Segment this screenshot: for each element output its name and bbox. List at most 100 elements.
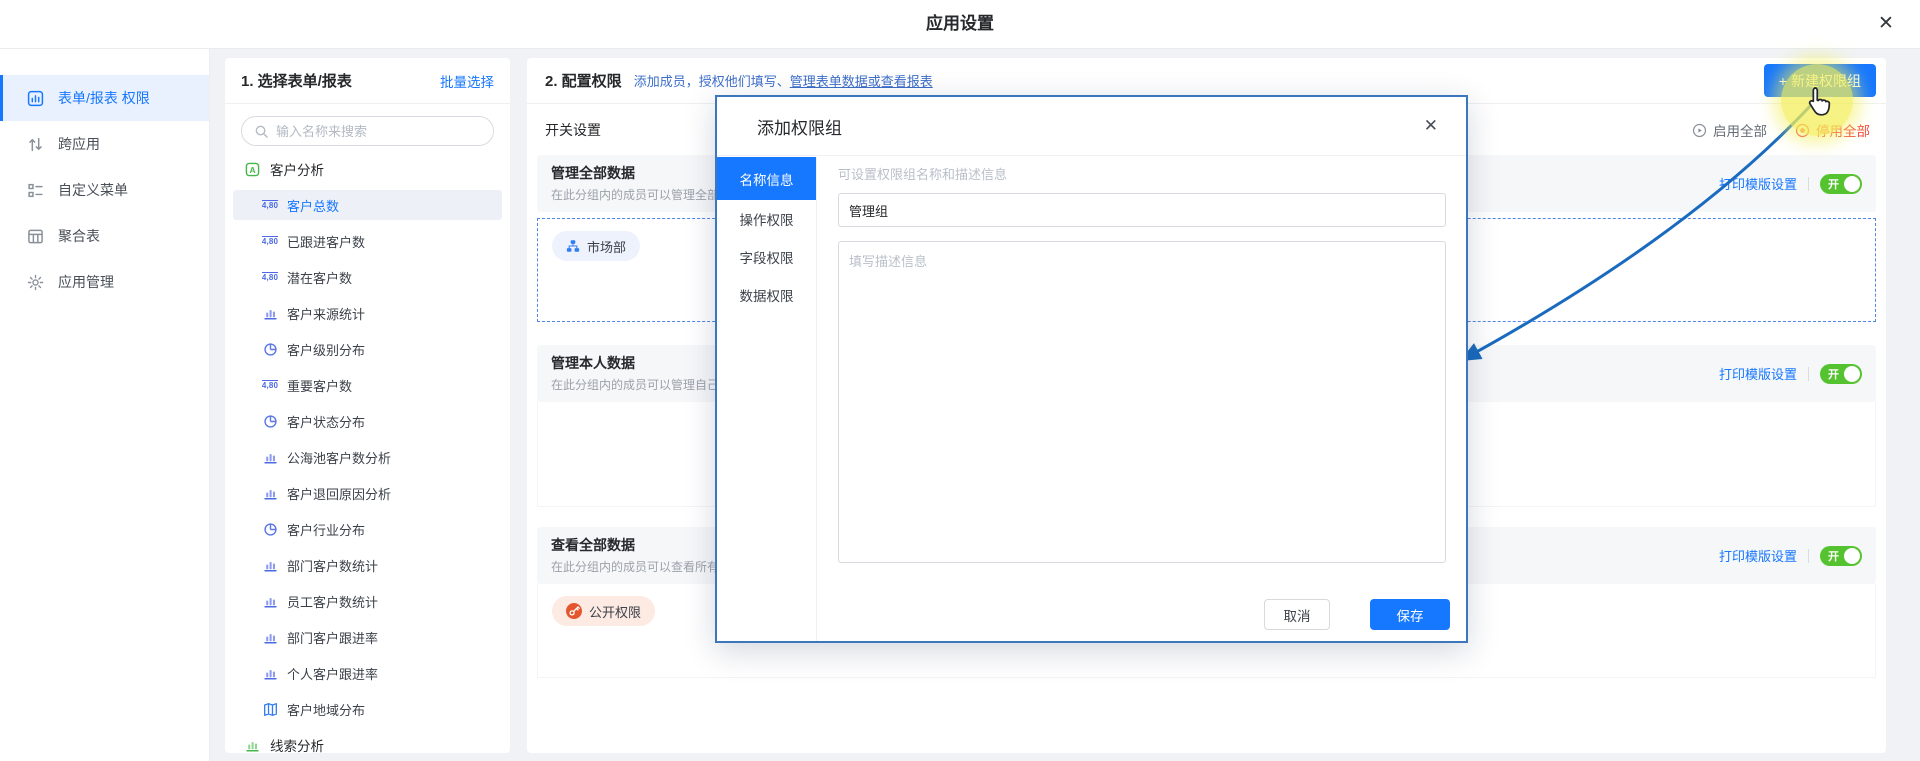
form-item-9[interactable]: 客户退回原因分析: [233, 478, 502, 508]
form-select-title: 1. 选择表单/报表: [241, 70, 440, 91]
save-button[interactable]: 保存: [1370, 599, 1450, 630]
form-item-5[interactable]: 客户级别分布: [233, 334, 502, 364]
bar-icon: [261, 450, 279, 465]
sidebar-item-label: 跨应用: [58, 134, 100, 154]
form-item-label: 重要客户数: [287, 376, 352, 395]
modal-tab-3[interactable]: 数据权限: [717, 276, 816, 314]
permission-toggle[interactable]: 开: [1820, 364, 1862, 384]
form-group-0[interactable]: A 客户分析: [233, 154, 502, 184]
form-report-icon: [27, 90, 44, 107]
group-a-icon: A: [243, 162, 261, 177]
print-template-link[interactable]: 打印模版设置: [1719, 364, 1797, 383]
form-item-7[interactable]: 客户状态分布: [233, 406, 502, 436]
form-item-11[interactable]: 部门客户数统计: [233, 550, 502, 580]
form-item-label: 客户总数: [287, 196, 339, 215]
form-item-label: 客户退回原因分析: [287, 484, 391, 503]
enable-all-button[interactable]: 启用全部: [1692, 120, 1767, 140]
org-icon: [566, 239, 580, 253]
form-item-label: 部门客户数统计: [287, 556, 378, 575]
number-widget-icon: 4,80: [261, 272, 279, 283]
member-tag-department[interactable]: 市场部: [552, 231, 640, 261]
modal-tab-1[interactable]: 操作权限: [717, 200, 816, 238]
divider: [1808, 367, 1809, 381]
app-manage-icon: [27, 274, 44, 291]
sidebar-item-0[interactable]: 表单/报表 权限: [0, 75, 209, 121]
new-permission-group-button[interactable]: + 新建权限组: [1764, 64, 1876, 97]
disable-all-button[interactable]: 停用全部: [1795, 120, 1870, 140]
form-item-6[interactable]: 4,80 重要客户数: [233, 370, 502, 400]
form-item-12[interactable]: 员工客户数统计: [233, 586, 502, 616]
cancel-button[interactable]: 取消: [1264, 599, 1330, 630]
search-field[interactable]: [276, 124, 481, 139]
bar-icon: [261, 666, 279, 681]
form-item-label: 部门客户跟进率: [287, 628, 378, 647]
sidebar-item-2[interactable]: 自定义菜单: [0, 167, 209, 213]
form-item-label: 客户分析: [270, 159, 324, 179]
permission-subtitle: 添加成员，授权他们填写、管理表单数据或查看报表: [634, 71, 933, 90]
sidebar-item-4[interactable]: 应用管理: [0, 259, 209, 305]
print-template-link[interactable]: 打印模版设置: [1719, 174, 1797, 193]
form-item-label: 公海池客户数分析: [287, 448, 391, 467]
group-name-input[interactable]: [838, 193, 1446, 227]
form-item-14[interactable]: 个人客户跟进率: [233, 658, 502, 688]
modal-tab-2[interactable]: 字段权限: [717, 238, 816, 276]
window-close-icon[interactable]: ✕: [1874, 12, 1898, 36]
sidebar-item-3[interactable]: 聚合表: [0, 213, 209, 259]
aggregate-table-icon: [27, 228, 44, 245]
form-item-2[interactable]: 4,80已跟进客户数: [233, 226, 502, 256]
bulk-actions: 启用全部 停用全部: [1692, 120, 1870, 140]
number-widget-icon: 4,80: [261, 380, 279, 391]
modal-tab-0[interactable]: 名称信息: [717, 157, 816, 200]
perm-card-controls: 打印模版设置 开: [1719, 546, 1862, 566]
form-item-8[interactable]: 公海池客户数分析: [233, 442, 502, 472]
form-item-1[interactable]: 4,80 客户总数: [233, 190, 502, 220]
custom-menu-icon: [27, 182, 44, 199]
number-widget-icon: 4,80: [261, 200, 279, 211]
form-item-label: 个人客户跟进率: [287, 664, 378, 683]
permission-toggle[interactable]: 开: [1820, 174, 1862, 194]
form-select-header: 1. 选择表单/报表 批量选择: [225, 58, 510, 104]
toggle-knob: [1844, 366, 1860, 382]
modal-close-icon[interactable]: ✕: [1424, 116, 1438, 136]
modal-tabs: 名称信息操作权限字段权限数据权限: [717, 157, 817, 641]
bar-icon: [261, 594, 279, 609]
form-item-13[interactable]: 部门客户跟进率: [233, 622, 502, 652]
form-item-15[interactable]: 客户地域分布: [233, 694, 502, 724]
permission-title: 2. 配置权限: [545, 70, 622, 91]
app-settings-window: 应用设置 ✕ 表单/报表 权限跨应用自定义菜单聚合表应用管理 1. 选择表单/报…: [0, 0, 1920, 761]
modal-body: 名称信息操作权限字段权限数据权限 可设置权限组名称和描述信息 取消 保存: [717, 157, 1466, 641]
search-input[interactable]: [241, 116, 494, 146]
svg-text:A: A: [249, 164, 255, 174]
divider: [1808, 177, 1809, 191]
form-select-panel: 1. 选择表单/报表 批量选择 A 客户分析 4,80 客户总数 4,80已跟进客户数 4…: [225, 58, 510, 753]
print-template-link[interactable]: 打印模版设置: [1719, 546, 1797, 565]
form-group-16[interactable]: 线索分析: [233, 730, 502, 753]
form-item-label: 员工客户数统计: [287, 592, 378, 611]
member-tag-public[interactable]: 公开权限: [552, 596, 655, 626]
form-item-label: 潜在客户数: [287, 268, 352, 287]
modal-title: 添加权限组: [757, 114, 1424, 139]
toggle-knob: [1844, 548, 1860, 564]
form-item-label: 线索分析: [270, 735, 324, 753]
map-icon: [261, 702, 279, 717]
form-item-10[interactable]: 客户行业分布: [233, 514, 502, 544]
sidebar: 表单/报表 权限跨应用自定义菜单聚合表应用管理: [0, 49, 210, 761]
modal-footer: 取消 保存: [1264, 599, 1450, 630]
sidebar-item-label: 表单/报表 权限: [58, 88, 150, 108]
form-item-3[interactable]: 4,80 潜在客户数: [233, 262, 502, 292]
sidebar-item-label: 聚合表: [58, 226, 100, 246]
modal-header: 添加权限组 ✕: [717, 97, 1466, 156]
key-icon: [566, 603, 582, 619]
pie-icon: [261, 414, 279, 429]
form-item-4[interactable]: 客户来源统计: [233, 298, 502, 328]
bar-green-icon: [243, 738, 261, 753]
page-title: 应用设置: [0, 0, 1920, 48]
toggle-knob: [1844, 176, 1860, 192]
pie-icon: [261, 342, 279, 357]
permission-toggle[interactable]: 开: [1820, 546, 1862, 566]
bar-icon: [261, 486, 279, 501]
group-desc-textarea[interactable]: [838, 241, 1446, 563]
form-list: A客户分析4,80客户总数4,80已跟进客户数4,80潜在客户数客户来源统计客户…: [225, 154, 510, 753]
sidebar-item-1[interactable]: 跨应用: [0, 121, 209, 167]
batch-select-link[interactable]: 批量选择: [440, 71, 494, 91]
